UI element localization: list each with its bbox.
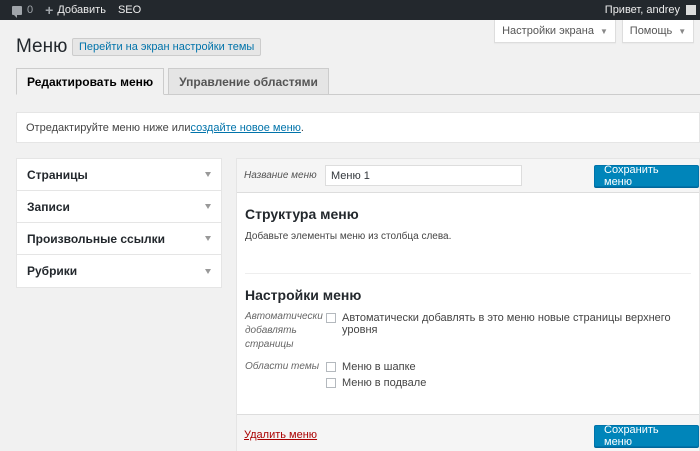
tab-edit-menu[interactable]: Редактировать меню [16,68,165,95]
add-menu-items-accordion: Страницы Записи Произвольные ссылки Рубр… [16,158,222,288]
accordion-label: Страницы [27,167,88,182]
accordion-item-pages[interactable]: Страницы [17,159,221,191]
tab-manage-locations[interactable]: Управление областями [168,68,329,95]
delete-menu-link[interactable]: Удалить меню [244,429,317,441]
nav-tabs: Редактировать меню Управление областями [16,68,333,95]
comments-count: 0 [27,4,34,16]
accordion-item-custom-links[interactable]: Произвольные ссылки [17,223,221,255]
accordion-item-posts[interactable]: Записи [17,191,221,223]
location-footer-label[interactable]: Меню в подвале [342,377,426,389]
location-header-label[interactable]: Меню в шапке [342,361,416,373]
plus-icon: + [45,2,54,18]
location-footer-checkbox[interactable] [326,378,336,388]
location-header-checkbox[interactable] [326,362,336,372]
settings-title: Настройки меню [245,287,362,303]
dropdown-arrow-icon: ▼ [599,26,608,36]
notice-text-end: . [300,121,304,134]
seo-menu[interactable]: SEO [112,0,147,20]
comment-icon [12,5,22,18]
avatar [686,5,696,15]
auto-add-option[interactable]: Автоматически добавлять в это меню новые… [342,312,699,336]
menu-name-input[interactable] [325,165,522,186]
comments-menu[interactable]: 0 [6,0,39,20]
structure-title: Структура меню [245,206,359,222]
structure-description: Добавьте элементы меню из столбца слева. [245,231,452,242]
page-title: Меню [16,36,68,57]
greeting: Привет, andrey [604,4,680,16]
chevron-down-icon [205,268,211,274]
screen-options-button[interactable]: Настройки экрана ▼ [494,20,616,43]
help-button[interactable]: Помощь ▼ [622,20,694,43]
add-new-label: Добавить [57,4,106,16]
create-new-menu-link[interactable]: создайте новое меню [191,122,301,134]
accordion-label: Записи [27,199,70,214]
save-menu-button[interactable]: Сохранить меню [594,164,699,188]
screen-options-label: Настройки экрана [502,25,594,37]
chevron-down-icon [205,236,211,241]
add-new-menu[interactable]: + Добавить [39,0,112,20]
chevron-down-icon [205,204,211,209]
notice-text: Отредактируйте меню ниже или [26,121,191,134]
accordion-item-categories[interactable]: Рубрики [17,255,221,287]
menu-name-label: Название меню [244,170,317,181]
chevron-down-icon [205,172,211,177]
section-divider [245,273,691,274]
seo-label: SEO [117,4,142,16]
manage-menus-notice: Отредактируйте меню ниже или создайте но… [16,112,700,143]
save-menu-button-bottom[interactable]: Сохранить меню [594,424,699,448]
accordion-label: Рубрики [27,264,78,278]
help-label: Помощь [629,25,673,37]
account-menu[interactable]: Привет, andrey [605,0,700,20]
theme-customize-link[interactable]: Перейти на экран настройки темы [72,38,262,56]
auto-add-label: Автоматически добавлять страницы [245,311,323,350]
accordion-label: Произвольные ссылки [27,231,165,246]
dropdown-arrow-icon: ▼ [678,26,687,36]
auto-add-checkbox[interactable] [326,313,336,323]
theme-locations-label: Области темы [245,361,320,372]
menu-header: Название меню Сохранить меню [237,159,699,193]
admin-bar: 0 + Добавить SEO Привет, andrey [0,0,700,20]
menu-footer: Удалить меню Сохранить меню [237,414,699,451]
menu-management-panel: Название меню Сохранить меню Структура м… [236,158,700,451]
